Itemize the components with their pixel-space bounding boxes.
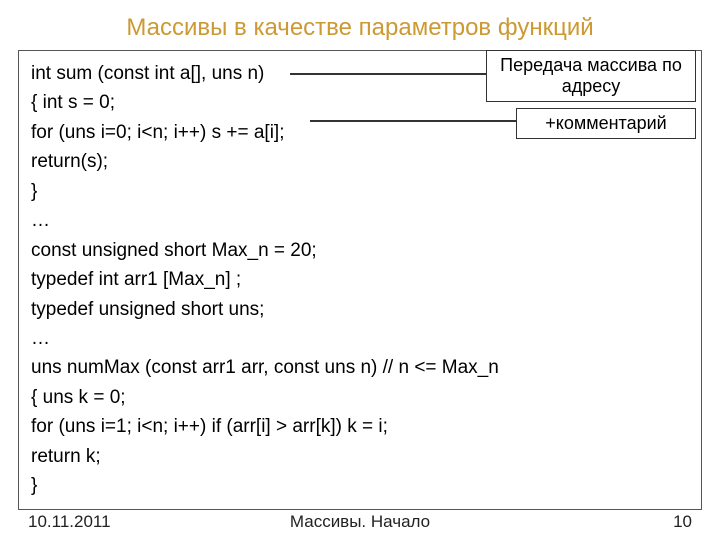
code-line: return(s); — [31, 147, 689, 176]
connector-line-1 — [290, 73, 490, 75]
code-line: const unsigned short Max_n = 20; — [31, 236, 689, 265]
code-comment: // n <= Max_n — [383, 357, 499, 378]
callout-comment: +комментарий — [516, 108, 696, 139]
callout-line2: адресу — [497, 76, 685, 97]
code-line: … — [31, 206, 689, 235]
callout-address: Передача массива по адресу — [486, 50, 696, 102]
code-line: typedef int arr1 [Max_n] ; — [31, 265, 689, 294]
code-text: uns numMax (const arr1 arr, const uns n) — [31, 357, 383, 378]
code-line: … — [31, 324, 689, 353]
footer-date: 10.11.2011 — [28, 512, 111, 532]
footer: 10.11.2011 Массивы. Начало 10 — [0, 512, 720, 532]
code-line: typedef unsigned short uns; — [31, 295, 689, 324]
code-line: } — [31, 177, 689, 206]
code-line: uns numMax (const arr1 arr, const uns n)… — [31, 353, 689, 382]
code-line: { uns k = 0; — [31, 383, 689, 412]
connector-line-2 — [310, 120, 516, 122]
slide-title: Массивы в качестве параметров функций — [0, 0, 720, 50]
code-line: return k; — [31, 442, 689, 471]
callout-line1: Передача массива по — [497, 55, 685, 76]
footer-page-number: 10 — [673, 512, 692, 532]
code-line: for (uns i=1; i<n; i++) if (arr[i] > arr… — [31, 412, 689, 441]
footer-title: Массивы. Начало — [290, 512, 430, 532]
code-line: } — [31, 471, 689, 500]
